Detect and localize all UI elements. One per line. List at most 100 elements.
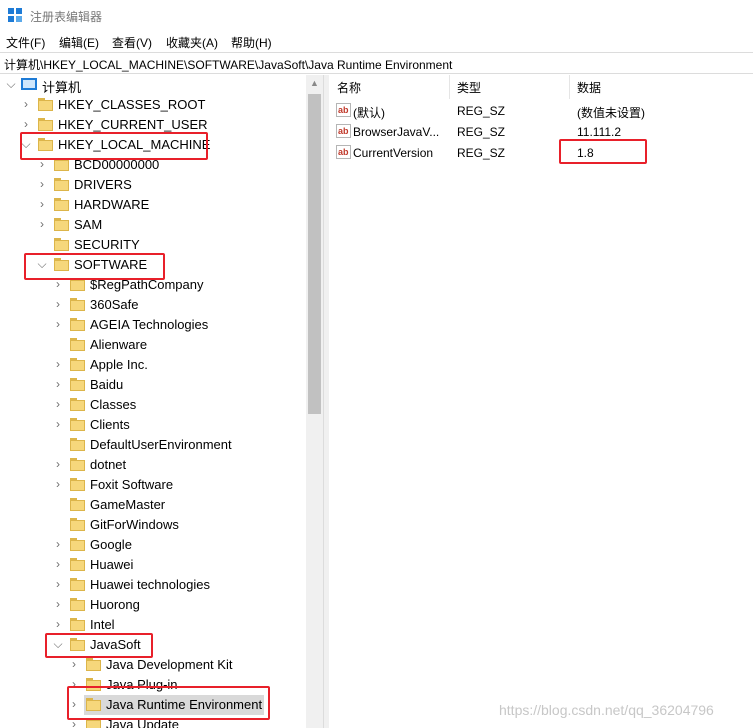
address-path: 计算机\HKEY_LOCAL_MACHINE\SOFTWARE\JavaSoft… (4, 58, 453, 72)
chevron-right-icon[interactable]: › (37, 178, 47, 190)
key-tree: ⌵ 计算机 › HKEY_CLASSES_ROOT › HKEY_CURRENT_US… (0, 75, 323, 728)
tree-item[interactable]: › Intel (0, 615, 300, 635)
tree-item[interactable]: › HKEY_CLASSES_ROOT (0, 95, 300, 115)
folder-icon (70, 458, 85, 471)
menu-view[interactable]: 查看(V) (112, 34, 152, 51)
annotation-box-jre (67, 686, 270, 720)
chevron-right-icon[interactable]: › (21, 98, 31, 110)
tree-scrollbar[interactable]: ▲ (306, 75, 323, 728)
string-value-icon: ab (336, 124, 351, 138)
tree-item-label: GameMaster (90, 497, 166, 512)
tree-item[interactable]: › Apple Inc. (0, 355, 300, 375)
tree-item[interactable]: › HARDWARE (0, 195, 300, 215)
chevron-right-icon[interactable]: › (53, 398, 63, 410)
tree-item-label: DefaultUserEnvironment (90, 437, 232, 452)
value-row[interactable]: ab (默认) REG_SZ (数值未设置) (329, 100, 753, 121)
chevron-right-icon[interactable]: › (53, 458, 63, 470)
tree-item-label: 360Safe (90, 297, 139, 312)
chevron-right-icon[interactable]: › (53, 598, 63, 610)
folder-icon (38, 98, 53, 111)
tree-item-label: SECURITY (74, 237, 140, 252)
tree-item-label: Google (90, 537, 132, 552)
folder-icon (70, 578, 85, 591)
tree-item-label: Clients (90, 417, 130, 432)
scroll-thumb[interactable] (308, 94, 321, 414)
column-header-data[interactable]: 数据 (577, 79, 601, 99)
tree-item-label: Intel (90, 617, 115, 632)
chevron-right-icon[interactable]: › (53, 378, 63, 390)
tree-root[interactable]: ⌵ 计算机 (0, 75, 300, 95)
value-type: REG_SZ (457, 104, 506, 118)
folder-icon (70, 338, 85, 351)
folder-icon (54, 238, 69, 251)
annotation-box-hklm (20, 132, 208, 160)
tree-item[interactable]: › Baidu (0, 375, 300, 395)
chevron-right-icon[interactable]: › (53, 298, 63, 310)
tree-item[interactable]: › Huawei (0, 555, 300, 575)
value-row[interactable]: ab BrowserJavaV... REG_SZ 11.111.2 (329, 121, 753, 142)
chevron-right-icon[interactable]: › (53, 358, 63, 370)
tree-item-label: Classes (90, 397, 137, 412)
chevron-down-icon[interactable]: ⌵ (6, 78, 16, 90)
tree-item-label: HKEY_CURRENT_USER (58, 117, 208, 132)
folder-icon (70, 478, 85, 491)
folder-icon (70, 518, 85, 531)
column-header-name[interactable]: 名称 (337, 79, 361, 99)
values-list: 名称 类型 数据 ab (默认) REG_SZ (数值未设置) ab Brows… (329, 75, 753, 728)
tree-item[interactable]: › 360Safe (0, 295, 300, 315)
string-value-icon: ab (336, 145, 351, 159)
chevron-right-icon[interactable]: › (53, 478, 63, 490)
tree-item[interactable]: › Google (0, 535, 300, 555)
tree-item[interactable]: › DRIVERS (0, 175, 300, 195)
tree-item[interactable]: › Huawei technologies (0, 575, 300, 595)
tree-item[interactable]: › SAM (0, 215, 300, 235)
folder-icon (70, 538, 85, 551)
value-name: BrowserJavaV... (353, 125, 440, 139)
value-name: (默认) (353, 106, 385, 120)
title-bar: 注册表编辑器 (0, 0, 753, 30)
tree-item-label: Java Development Kit (106, 657, 233, 672)
tree-item[interactable]: › AGEIA Technologies (0, 315, 300, 335)
tree-item[interactable]: › Clients (0, 415, 300, 435)
folder-icon (70, 378, 85, 391)
tree-item-label: Foxit Software (90, 477, 174, 492)
tree-item-label: HKEY_CLASSES_ROOT (58, 97, 206, 112)
tree-item[interactable]: › Huorong (0, 595, 300, 615)
tree-item-label: GitForWindows (90, 517, 179, 532)
chevron-right-icon[interactable]: › (37, 198, 47, 210)
tree-item[interactable]: › Foxit Software (0, 475, 300, 495)
chevron-right-icon[interactable]: › (53, 578, 63, 590)
value-name: CurrentVersion (353, 146, 434, 160)
tree-item[interactable]: SECURITY (0, 235, 300, 255)
tree-item[interactable]: › Java Development Kit (0, 655, 300, 675)
tree-item[interactable]: DefaultUserEnvironment (0, 435, 300, 455)
chevron-right-icon[interactable]: › (69, 658, 79, 670)
scroll-up-arrow-icon[interactable]: ▲ (306, 75, 323, 92)
value-row[interactable]: ab CurrentVersion REG_SZ 1.8 (329, 142, 753, 163)
address-bar[interactable]: 计算机\HKEY_LOCAL_MACHINE\SOFTWARE\JavaSoft… (0, 52, 753, 74)
tree-item[interactable]: GitForWindows (0, 515, 300, 535)
column-header-type[interactable]: 类型 (457, 79, 481, 99)
tree-item[interactable]: GameMaster (0, 495, 300, 515)
chevron-right-icon[interactable]: › (53, 618, 63, 630)
chevron-right-icon[interactable]: › (53, 558, 63, 570)
menu-file[interactable]: 文件(F) (6, 34, 45, 51)
menu-edit[interactable]: 编辑(E) (59, 34, 99, 51)
tree-item[interactable]: Alienware (0, 335, 300, 355)
chevron-right-icon[interactable]: › (37, 218, 47, 230)
chevron-right-icon[interactable]: › (21, 118, 31, 130)
chevron-right-icon[interactable]: › (53, 318, 63, 330)
tree-item-label: Baidu (90, 377, 124, 392)
tree-item[interactable]: › Classes (0, 395, 300, 415)
folder-icon (70, 598, 85, 611)
tree-item[interactable]: › dotnet (0, 455, 300, 475)
tree-item-label: Huawei (90, 557, 134, 572)
menu-help[interactable]: 帮助(H) (231, 34, 272, 51)
value-data: (数值未设置) (577, 106, 645, 120)
chevron-right-icon[interactable]: › (53, 538, 63, 550)
annotation-box-current-version (559, 139, 647, 164)
menu-favorites[interactable]: 收藏夹(A) (166, 34, 218, 51)
folder-icon (70, 318, 85, 331)
chevron-right-icon[interactable]: › (53, 418, 63, 430)
folder-icon (70, 558, 85, 571)
